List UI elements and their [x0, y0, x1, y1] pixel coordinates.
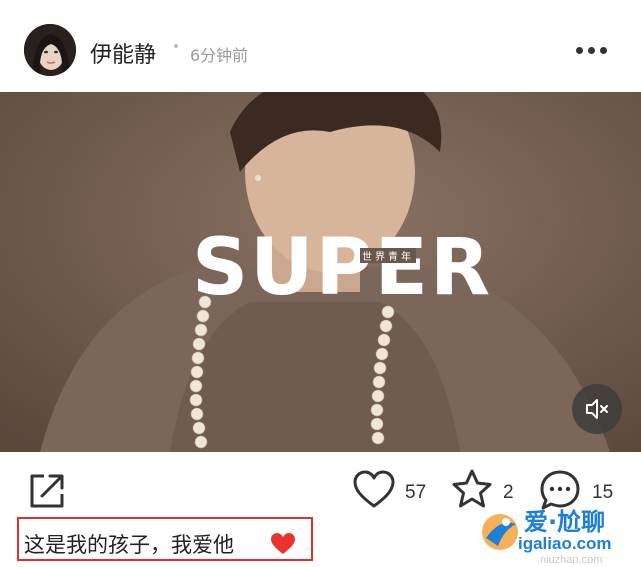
avatar[interactable] [24, 24, 76, 76]
site-watermark: 爱·尬聊 igaliao.com niuzhan.com [476, 502, 636, 566]
speaker-muted-icon [586, 399, 608, 419]
comment-count: 15 [592, 482, 614, 503]
watermark-logo-icon [482, 514, 518, 550]
author-name[interactable]: 伊能静 [90, 37, 156, 69]
brand-subtitle: 世界青年 [360, 248, 416, 263]
like-button[interactable] [352, 470, 396, 514]
watermark-title: 爱·尬聊 [524, 508, 606, 536]
red-heart-icon [270, 532, 296, 560]
watermark-url: igaliao.com [518, 534, 612, 554]
post-time: 6分钟前 [190, 46, 249, 65]
post-caption: 这是我的孩子，我爱他 [24, 533, 234, 557]
video-player[interactable]: SUPER 世界青年 [0, 92, 641, 452]
share-icon[interactable] [28, 470, 68, 514]
mute-button[interactable] [572, 384, 622, 434]
favorite-count: 2 [503, 482, 514, 503]
heart-outline-icon [353, 470, 395, 508]
separator-dot [174, 44, 178, 48]
post-header: 伊能静 6分钟前 [0, 0, 641, 92]
more-options-icon[interactable] [576, 44, 608, 58]
brand-text: SUPER [192, 223, 493, 313]
like-count: 57 [405, 482, 427, 503]
watermark-sub: niuzhan.com [540, 554, 603, 566]
video-brand-logo: SUPER 世界青年 [192, 228, 492, 308]
